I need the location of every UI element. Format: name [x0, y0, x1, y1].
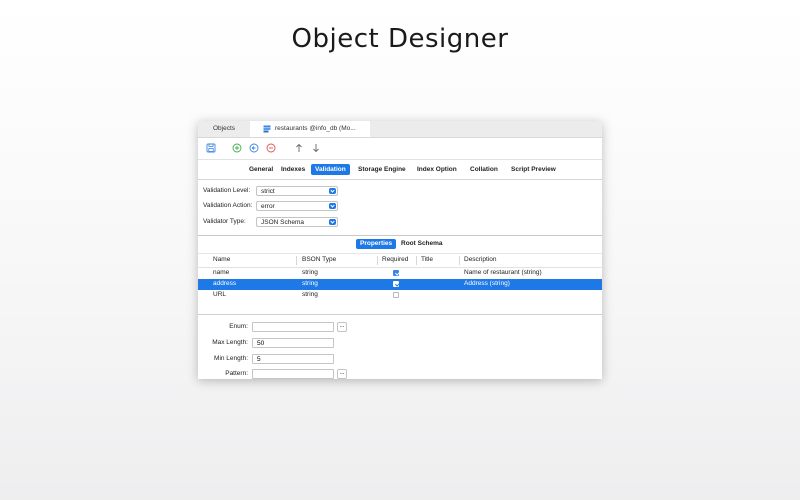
field-description: Name of restaurant (string) [464, 269, 542, 276]
tab-objects[interactable]: Objects [198, 121, 250, 137]
column-name[interactable]: Name [213, 256, 230, 263]
enum-browse-button[interactable]: ... [337, 322, 347, 332]
column-divider [296, 256, 297, 265]
segment-root-schema[interactable]: Root Schema [397, 239, 447, 249]
column-description[interactable]: Description [464, 256, 497, 263]
move-down-icon[interactable] [311, 143, 321, 153]
column-divider [416, 256, 417, 265]
tab-restaurants[interactable]: restaurants @info_db (Mo... [250, 121, 370, 137]
add-field-icon[interactable] [232, 143, 242, 153]
segment-properties[interactable]: Properties [356, 239, 397, 249]
validator-type-label: Validator Type: [203, 218, 246, 225]
tab-storage-engine[interactable]: Storage Engine [356, 164, 408, 175]
field-description: Address (string) [464, 280, 510, 287]
max-length-input[interactable] [252, 338, 334, 348]
designer-tabs: General Indexes Validation Storage Engin… [198, 160, 602, 180]
table-row[interactable]: address string Address (string) [198, 279, 602, 290]
pattern-input[interactable] [252, 369, 334, 379]
column-divider [377, 256, 378, 265]
validation-action-value: error [261, 203, 275, 210]
tab-restaurants-label: restaurants @info_db (Mo... [275, 125, 356, 132]
validator-type-value: JSON Schema [261, 219, 304, 226]
validation-action-label: Validation Action: [203, 202, 253, 209]
page-headline: Object Designer [291, 24, 509, 54]
max-length-label: Max Length: [212, 339, 248, 346]
table-row[interactable]: name string Name of restaurant (string) [198, 268, 602, 279]
chevron-down-icon [329, 188, 336, 194]
properties-grid-header: Name BSON Type Required Title Descriptio… [198, 254, 602, 268]
tab-general[interactable]: General [247, 164, 275, 175]
field-name: name [213, 269, 230, 276]
field-name: address [213, 280, 237, 287]
field-name: URL [213, 291, 227, 298]
field-details: Enum: ... Max Length: Min Length: Patter… [198, 315, 602, 379]
schema-segmented-control: Properties Root Schema [198, 236, 602, 254]
tab-collation[interactable]: Collation [468, 164, 500, 175]
column-title[interactable]: Title [421, 256, 433, 263]
validation-level-value: strict [261, 188, 275, 195]
column-divider [459, 256, 460, 265]
min-length-label: Min Length: [214, 355, 248, 362]
tab-validation[interactable]: Validation [311, 164, 350, 175]
column-bson-type[interactable]: BSON Type [302, 256, 336, 263]
enum-input[interactable] [252, 322, 334, 332]
collection-icon [263, 125, 271, 133]
validation-action-select[interactable]: error [256, 201, 338, 211]
validation-level-select[interactable]: strict [256, 186, 338, 196]
required-checkbox[interactable] [393, 270, 399, 276]
pattern-browse-button[interactable]: ... [337, 369, 347, 379]
field-bson-type: string [302, 269, 318, 276]
chevron-down-icon [329, 219, 336, 225]
grid-empty-area [198, 301, 602, 315]
required-checkbox[interactable] [393, 292, 399, 298]
chevron-down-icon [329, 203, 336, 209]
field-bson-type: string [302, 291, 318, 298]
remove-field-icon[interactable] [266, 143, 276, 153]
validation-level-label: Validation Level: [203, 187, 251, 194]
toolbar [198, 138, 602, 160]
save-icon[interactable] [206, 143, 216, 153]
tab-index-option[interactable]: Index Option [415, 164, 459, 175]
enum-label: Enum: [229, 323, 248, 330]
object-designer-window: Objects restaurants @info_db (Mo... Gene… [198, 121, 602, 379]
validator-type-select[interactable]: JSON Schema [256, 217, 338, 227]
pattern-label: Pattern: [225, 370, 248, 377]
tab-script-preview[interactable]: Script Preview [509, 164, 558, 175]
tab-bar: Objects restaurants @info_db (Mo... [198, 121, 602, 138]
table-row[interactable]: URL string [198, 290, 602, 301]
column-required[interactable]: Required [382, 256, 408, 263]
field-bson-type: string [302, 280, 318, 287]
min-length-input[interactable] [252, 354, 334, 364]
tab-indexes[interactable]: Indexes [279, 164, 307, 175]
insert-field-icon[interactable] [249, 143, 259, 153]
required-checkbox[interactable] [393, 281, 399, 287]
move-up-icon[interactable] [294, 143, 304, 153]
validation-settings: Validation Level: strict Validation Acti… [198, 180, 602, 236]
